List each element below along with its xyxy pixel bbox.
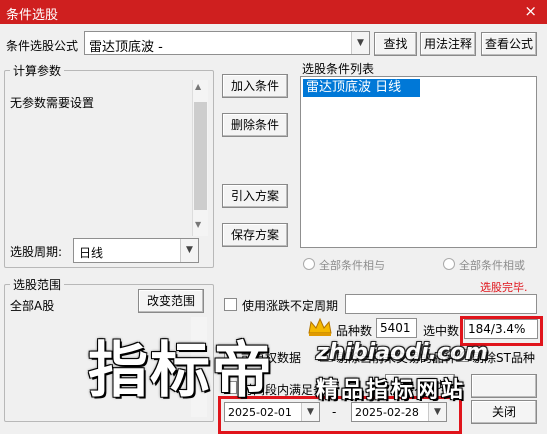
params-text: 无参数需要设置 bbox=[10, 96, 95, 110]
list-item[interactable]: 雷达顶底波 日线 bbox=[303, 79, 420, 97]
change-range-button[interactable]: 改变范围 bbox=[138, 289, 204, 313]
params-scrollbar[interactable]: ▲ ▼ bbox=[192, 80, 208, 236]
scroll-up-icon[interactable]: ▲ bbox=[195, 82, 201, 91]
or-label: 全部条件相或 bbox=[459, 259, 525, 272]
period-select[interactable]: 日线 ▼ bbox=[73, 238, 199, 263]
usage-note-button[interactable]: 用法注释 bbox=[420, 32, 476, 56]
watermark-url: zhibiaodi.com bbox=[316, 340, 488, 365]
end-date: 2025-02-28 bbox=[355, 406, 419, 419]
chevron-down-icon[interactable]: ▼ bbox=[180, 239, 198, 262]
close-icon[interactable]: × bbox=[524, 2, 537, 20]
import-plan-button[interactable]: 引入方案 bbox=[222, 184, 288, 208]
scroll-down-icon[interactable]: ▼ bbox=[195, 220, 201, 229]
date-separator: - bbox=[332, 405, 337, 419]
period-label: 选股周期: bbox=[10, 245, 63, 259]
scroll-thumb[interactable] bbox=[194, 102, 207, 210]
selected-field: 184/3.4% bbox=[464, 319, 538, 339]
conditions-title: 选股条件列表 bbox=[302, 62, 375, 76]
find-button[interactable]: 查找 bbox=[374, 32, 417, 56]
or-radio[interactable] bbox=[443, 258, 455, 270]
status-text: 选股完毕. bbox=[480, 281, 528, 294]
and-radio[interactable] bbox=[303, 258, 315, 270]
unfixed-period-checkbox[interactable] bbox=[224, 298, 237, 311]
params-title: 计算参数 bbox=[10, 62, 65, 79]
count-field: 5401 bbox=[376, 318, 417, 338]
and-label: 全部条件相与 bbox=[319, 259, 385, 272]
chevron-down-icon[interactable]: ▼ bbox=[351, 32, 369, 54]
window-title: 条件选股 bbox=[6, 8, 59, 23]
count-label: 品种数 bbox=[336, 324, 373, 338]
chevron-down-icon[interactable]: ▼ bbox=[301, 403, 319, 421]
end-date-picker[interactable]: 2025-02-28 ▼ bbox=[351, 402, 447, 422]
conditions-list[interactable]: 雷达顶底波 日线 bbox=[300, 76, 537, 248]
title-bar: 条件选股 × bbox=[0, 0, 547, 24]
watermark-subtitle: 精品指标网站 bbox=[316, 378, 467, 403]
close-button[interactable]: 关闭 bbox=[471, 400, 537, 424]
scope-title: 选股范围 bbox=[10, 276, 65, 293]
run-select-button[interactable] bbox=[471, 374, 537, 398]
view-formula-button[interactable]: 查看公式 bbox=[481, 32, 537, 56]
formula-value: 雷达顶底波 - bbox=[89, 40, 163, 55]
delete-condition-button[interactable]: 删除条件 bbox=[222, 113, 288, 137]
chevron-down-icon[interactable]: ▼ bbox=[428, 403, 446, 421]
save-plan-button[interactable]: 保存方案 bbox=[222, 223, 288, 247]
add-condition-button[interactable]: 加入条件 bbox=[222, 74, 288, 98]
formula-select[interactable]: 雷达顶底波 - ▼ bbox=[84, 31, 370, 55]
scope-value: 全部A股 bbox=[10, 299, 55, 313]
selected-label: 选中数 bbox=[423, 324, 460, 338]
crown-logo bbox=[307, 317, 333, 337]
watermark-title: 指标帝 bbox=[88, 336, 274, 406]
unfixed-period-input[interactable] bbox=[345, 294, 537, 314]
unfixed-period-label: 使用涨跌不定周期 bbox=[242, 299, 339, 313]
formula-label: 条件选股公式 bbox=[6, 39, 79, 53]
period-value: 日线 bbox=[79, 246, 104, 260]
